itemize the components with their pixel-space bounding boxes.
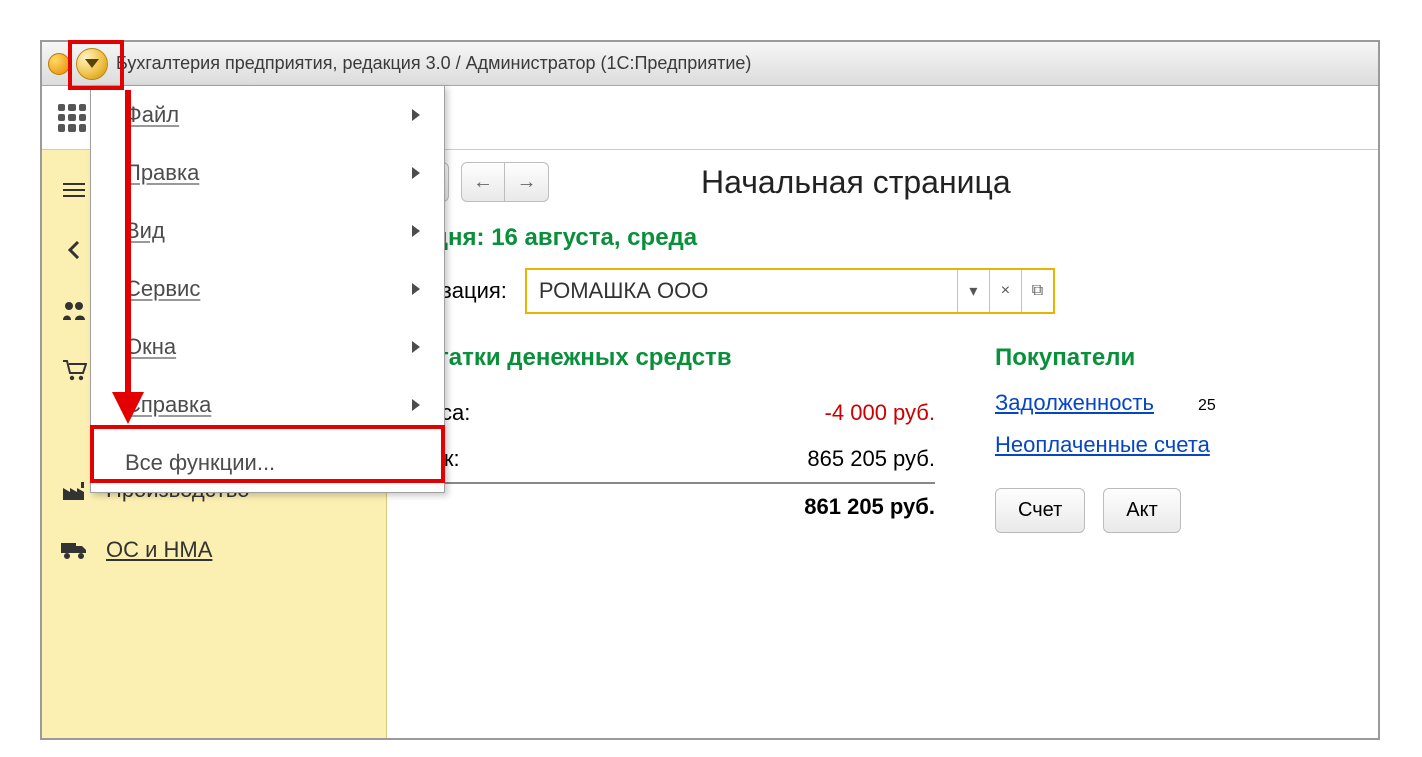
cash-grid: Касса: -4 000 руб. Банк: 865 205 руб. 86… (405, 390, 935, 520)
chevron-left-icon (60, 238, 88, 262)
invoice-button[interactable]: Счет (995, 488, 1085, 533)
main-menu-button[interactable] (76, 48, 108, 80)
cash-panel-title: Остатки денежных средств (405, 344, 935, 372)
submenu-arrow-icon (412, 341, 420, 353)
chevron-down-icon (85, 59, 99, 68)
buyers-link-unpaid[interactable]: Неоплаченные счета (995, 432, 1216, 458)
menu-item-service[interactable]: Сервис (91, 260, 444, 318)
page-title: Начальная страница (701, 164, 1011, 201)
menu-item-all-functions[interactable]: Все функции... (91, 434, 444, 492)
organization-value: РОМАШКА ООО (527, 278, 957, 304)
nav-prev-button[interactable]: ← (461, 162, 505, 202)
cash-row-value: 865 205 руб. (807, 446, 935, 472)
open-icon[interactable]: ⧉ (1021, 270, 1053, 312)
page-toolbar: ▸ ← → Начальная страница (405, 162, 1360, 202)
menu-item-help[interactable]: Справка (91, 376, 444, 434)
menu-item-edit[interactable]: Правка (91, 144, 444, 202)
grid-icon (60, 418, 88, 442)
clear-icon[interactable]: × (989, 270, 1021, 312)
titlebar: Бухгалтерия предприятия, редакция 3.0 / … (42, 42, 1378, 86)
sidebar-item-label: ОС и НМА (106, 537, 212, 563)
group-icon (60, 298, 88, 322)
nav-pair: ← → (461, 162, 549, 202)
menu-item-label: Правка (125, 160, 199, 186)
buyers-link-value: 25 (1198, 397, 1216, 415)
cash-row-value: -4 000 руб. (825, 400, 935, 426)
main-content: ▸ ← → Начальная страница тодня: 16 авгус… (387, 150, 1378, 738)
factory-icon (60, 478, 88, 502)
buyers-panel-title: Покупатели (995, 344, 1216, 372)
apps-grid-icon[interactable] (58, 104, 86, 132)
today-date: 16 августа, среда (491, 224, 697, 251)
menu-item-label: Файл (125, 102, 179, 128)
app-logo-icon (48, 53, 70, 75)
submenu-arrow-icon (412, 399, 420, 411)
menu-item-view[interactable]: Вид (91, 202, 444, 260)
menu-item-label: Окна (125, 334, 176, 360)
organization-select[interactable]: РОМАШКА ООО ▾ × ⧉ (525, 268, 1055, 314)
nav-next-button[interactable]: → (505, 162, 549, 202)
menu-item-file[interactable]: Файл (91, 86, 444, 144)
menu-icon (60, 178, 88, 202)
submenu-arrow-icon (412, 109, 420, 121)
submenu-arrow-icon (412, 225, 420, 237)
menu-item-label: Сервис (125, 276, 200, 302)
cash-panel: Остатки денежных средств Касса: -4 000 р… (405, 344, 935, 533)
submenu-arrow-icon (412, 283, 420, 295)
cash-row: Банк: 865 205 руб. (405, 436, 935, 482)
act-button[interactable]: Акт (1103, 488, 1180, 533)
cash-row: Касса: -4 000 руб. (405, 390, 935, 436)
menu-item-label: Справка (125, 392, 211, 418)
buyers-panel: Покупатели Задолженность 25 Неоплаченные… (995, 344, 1216, 533)
buyers-link-debt[interactable]: Задолженность (995, 390, 1154, 416)
sidebar-item-assets[interactable]: ОС и НМА (42, 520, 386, 580)
cash-total: 861 205 руб. (405, 482, 935, 520)
cart-icon (60, 358, 88, 382)
today-line: тодня: 16 августа, среда (407, 224, 1360, 252)
menu-item-label: Все функции... (125, 450, 275, 476)
buyers-row: Задолженность 25 (995, 390, 1216, 432)
organization-row: анизация: РОМАШКА ООО ▾ × ⧉ (405, 268, 1360, 314)
menu-item-windows[interactable]: Окна (91, 318, 444, 376)
dropdown-icon[interactable]: ▾ (957, 270, 989, 312)
buyers-buttons: Счет Акт (995, 488, 1216, 533)
submenu-arrow-icon (412, 167, 420, 179)
window-title: Бухгалтерия предприятия, редакция 3.0 / … (116, 53, 751, 74)
truck-icon (60, 538, 88, 562)
panels: Остатки денежных средств Касса: -4 000 р… (405, 344, 1360, 533)
menu-item-label: Вид (125, 218, 165, 244)
system-menu: Файл Правка Вид Сервис Окна Справка Все … (90, 85, 445, 493)
